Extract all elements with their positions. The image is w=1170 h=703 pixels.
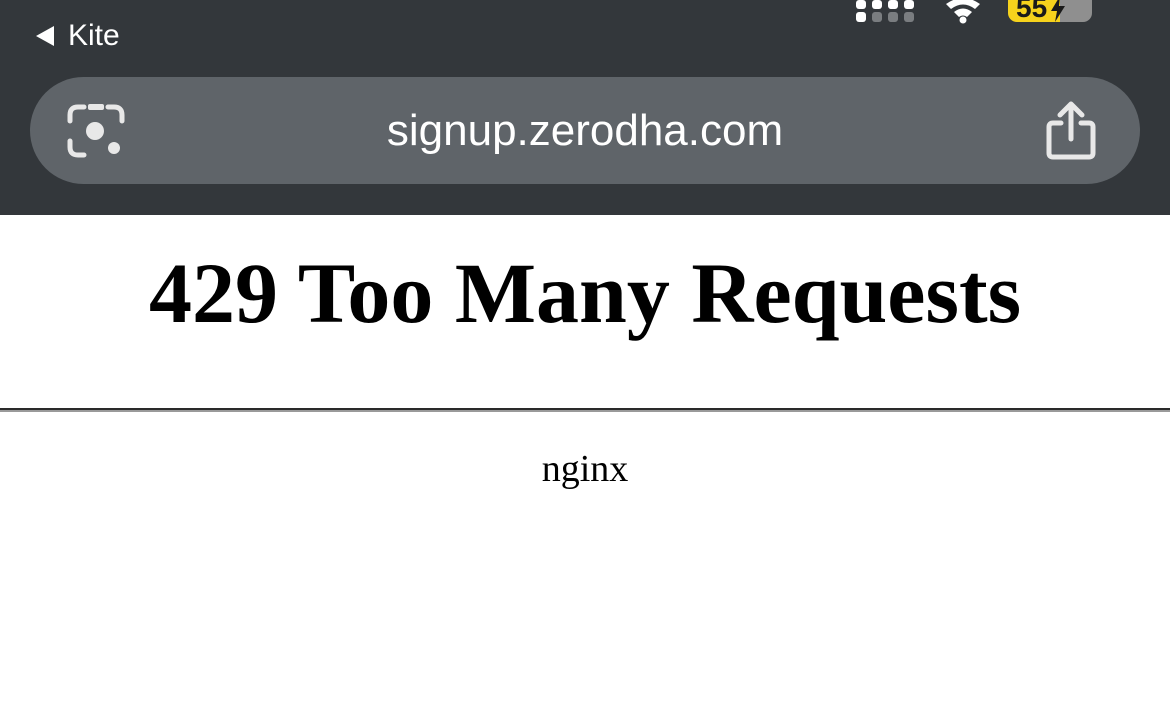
page-content: 429 Too Many Requests nginx [0, 215, 1170, 703]
battery-charging-icon [1051, 0, 1066, 22]
status-bar: Kite 55 [0, 0, 1170, 70]
url-text: signup.zerodha.com [386, 106, 784, 155]
server-signature: nginx [541, 448, 629, 490]
browser-chrome: Kite 55 signup.zerodha.com [0, 0, 1170, 215]
battery-level: 55 [1016, 0, 1048, 23]
share-icon[interactable] [1043, 101, 1099, 161]
battery-indicator: 55 [1008, 0, 1092, 22]
error-heading: 429 Too Many Requests [148, 245, 1022, 341]
wifi-icon [946, 0, 980, 24]
address-bar[interactable]: signup.zerodha.com [30, 77, 1140, 184]
back-app-label: Kite [68, 19, 120, 52]
back-to-app-button[interactable]: Kite [36, 16, 120, 56]
horizontal-rule [0, 408, 1170, 412]
cellular-signal-icon [856, 0, 914, 22]
back-triangle-icon [36, 26, 54, 46]
